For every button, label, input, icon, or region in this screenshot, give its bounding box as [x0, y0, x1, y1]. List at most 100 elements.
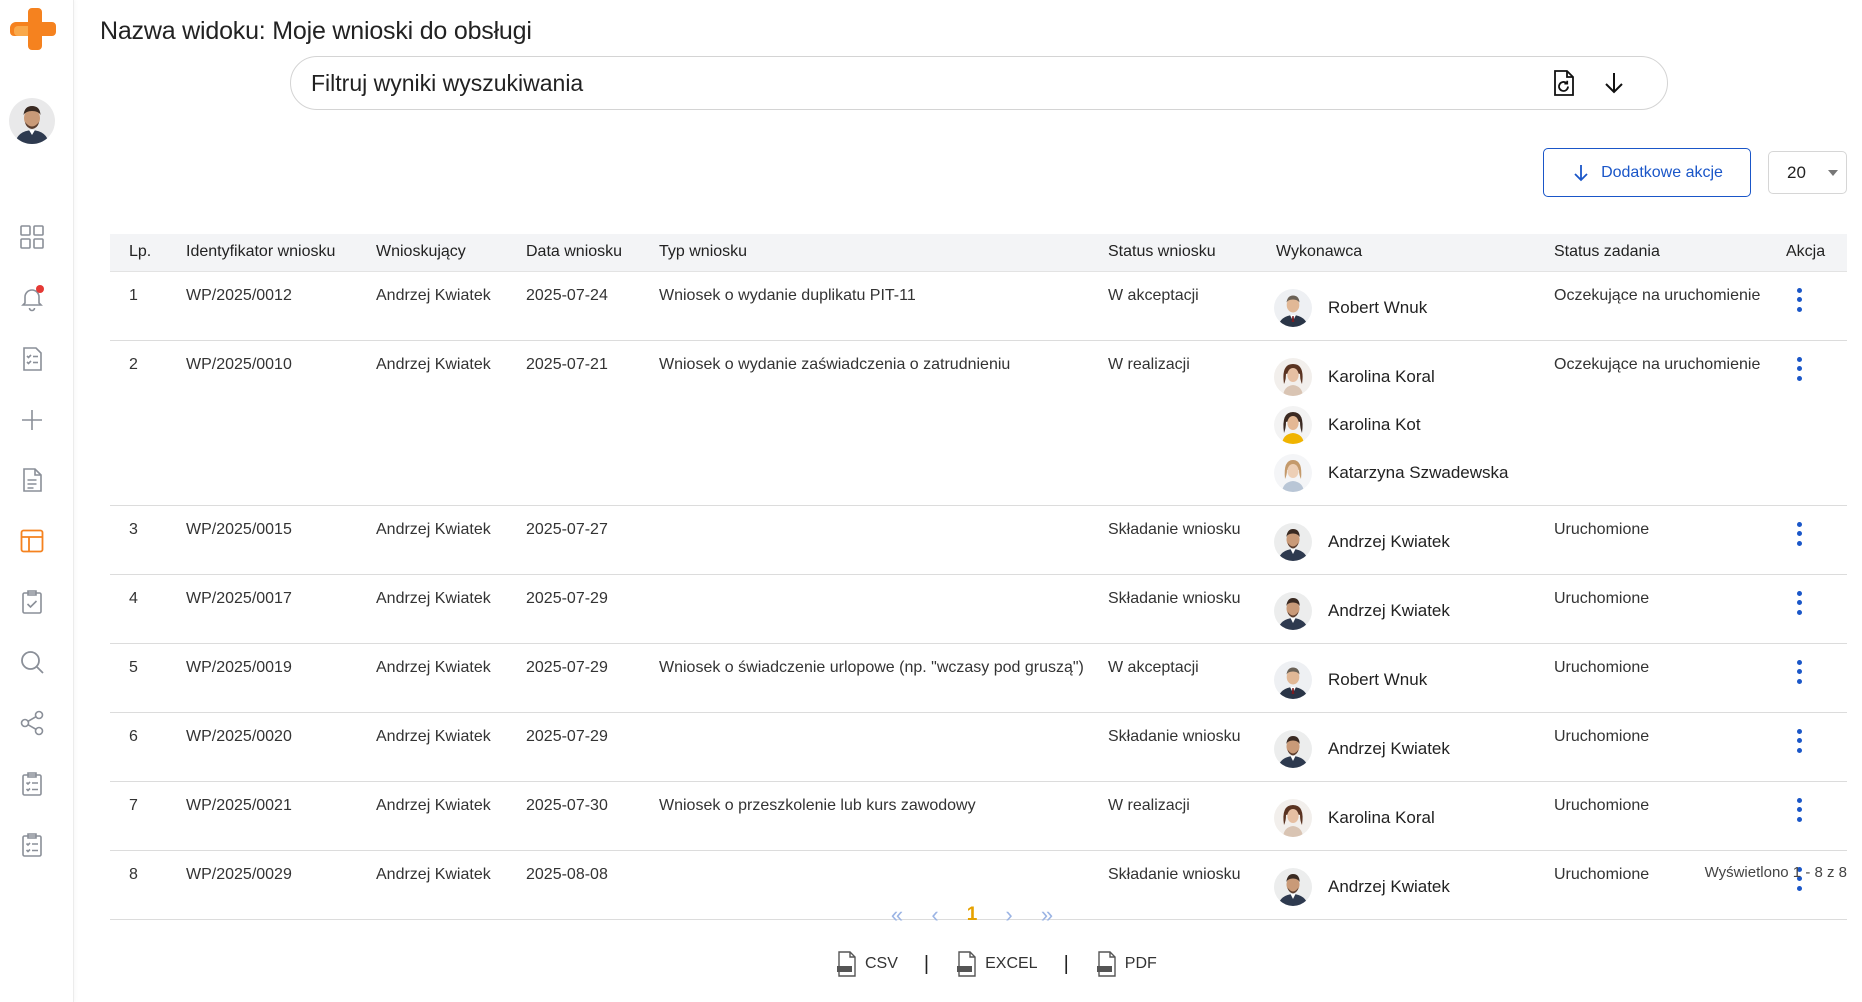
cell-date: 2025-07-27 — [526, 505, 659, 575]
layout-panel-icon[interactable] — [17, 526, 47, 556]
table-row[interactable]: 3 WP/2025/0015 Andrzej Kwiatek 2025-07-27 Sk… — [110, 505, 1847, 575]
cell-action — [1786, 781, 1847, 851]
header-date[interactable]: Data wniosku — [526, 234, 659, 272]
cell-executor: Karolina Koral — [1274, 781, 1554, 851]
table-row[interactable]: 4 WP/2025/0017 Andrzej Kwiatek 2025-07-29 Sk… — [110, 574, 1847, 644]
executor-person[interactable]: Katarzyna Szwadewska — [1274, 449, 1554, 497]
next-page-button[interactable]: › — [990, 902, 1028, 928]
export-csv-label: CSV — [865, 955, 898, 972]
cell-date: 2025-07-29 — [526, 574, 659, 644]
cell-requester: Andrzej Kwiatek — [376, 340, 526, 506]
prev-page-button[interactable]: ‹ — [916, 902, 954, 928]
executor-name: Andrzej Kwiatek — [1328, 531, 1450, 551]
share-icon[interactable] — [17, 708, 47, 738]
cell-date: 2025-07-29 — [526, 643, 659, 713]
executor-person[interactable]: Andrzej Kwiatek — [1274, 587, 1554, 635]
task-list-alt-icon[interactable] — [17, 830, 47, 860]
executor-person[interactable]: Andrzej Kwiatek — [1274, 725, 1554, 773]
refresh-file-icon[interactable] — [1549, 68, 1579, 98]
cell-status: W akceptacji — [1108, 271, 1276, 341]
more-vertical-icon[interactable] — [1789, 285, 1809, 315]
cell-lp: 2 — [110, 340, 186, 506]
export-separator: | — [1063, 952, 1069, 975]
search-icon[interactable] — [17, 647, 47, 677]
cell-action — [1786, 643, 1847, 713]
cell-executor: Andrzej Kwiatek — [1274, 505, 1554, 575]
header-executor[interactable]: Wykonawca — [1276, 234, 1554, 272]
checklist-icon[interactable] — [17, 344, 47, 374]
cell-lp: 8 — [110, 850, 186, 920]
export-pdf-button[interactable]: PDF — [1095, 950, 1157, 978]
header-id[interactable]: Identyfikator wniosku — [186, 234, 376, 272]
executor-name: Andrzej Kwiatek — [1328, 876, 1450, 896]
more-vertical-icon[interactable] — [1789, 726, 1809, 756]
export-excel-button[interactable]: EXCEL — [955, 950, 1038, 978]
page-size-select[interactable]: 20 — [1768, 151, 1847, 194]
avatar — [1274, 798, 1312, 837]
cell-requester: Andrzej Kwiatek — [376, 643, 526, 713]
bell-icon[interactable] — [17, 283, 47, 313]
table-row[interactable]: 6 WP/2025/0020 Andrzej Kwiatek 2025-07-29 Sk… — [110, 712, 1847, 782]
header-task-status[interactable]: Status zadania — [1554, 234, 1786, 272]
cell-requester: Andrzej Kwiatek — [376, 574, 526, 644]
executor-person[interactable]: Karolina Kot — [1274, 401, 1554, 449]
more-vertical-icon[interactable] — [1789, 657, 1809, 687]
more-vertical-icon[interactable] — [1789, 795, 1809, 825]
cell-lp: 1 — [110, 271, 186, 341]
header-type[interactable]: Typ wniosku — [659, 234, 1108, 272]
cell-request-id: WP/2025/0010 — [186, 340, 376, 506]
plus-icon[interactable] — [17, 405, 47, 435]
task-list-icon[interactable] — [17, 769, 47, 799]
executor-person[interactable]: Robert Wnuk — [1274, 656, 1554, 704]
table-row[interactable]: 2 WP/2025/0010 Andrzej Kwiatek 2025-07-21 Wn… — [110, 340, 1847, 506]
table-row[interactable]: 5 WP/2025/0019 Andrzej Kwiatek 2025-07-29 Wn… — [110, 643, 1847, 713]
table-row[interactable]: 7 WP/2025/0021 Andrzej Kwiatek 2025-07-30 Wn… — [110, 781, 1847, 851]
executor-name: Karolina Koral — [1328, 807, 1435, 827]
more-vertical-icon[interactable] — [1789, 354, 1809, 384]
executor-person[interactable]: Robert Wnuk — [1274, 284, 1554, 332]
cell-status: Składanie wniosku — [1108, 850, 1276, 920]
more-vertical-icon[interactable] — [1789, 519, 1809, 549]
dashboard-grid-icon[interactable] — [17, 222, 47, 252]
executor-person[interactable]: Andrzej Kwiatek — [1274, 518, 1554, 566]
last-page-button[interactable]: » — [1028, 902, 1066, 928]
filter-label[interactable]: Filtruj wyniki wyszukiwania — [311, 70, 583, 97]
cell-lp: 5 — [110, 643, 186, 713]
cell-type: Wniosek o wydanie duplikatu PIT-11 — [659, 271, 1108, 341]
avatar — [1274, 729, 1312, 768]
header-lp[interactable]: Lp. — [110, 234, 186, 272]
user-avatar[interactable] — [9, 98, 55, 144]
cell-status: W akceptacji — [1108, 643, 1276, 713]
app-logo[interactable] — [8, 4, 56, 52]
arrow-down-icon[interactable] — [1599, 68, 1629, 98]
document-icon[interactable] — [17, 465, 47, 495]
cell-executor: Andrzej Kwiatek — [1274, 574, 1554, 644]
cell-action — [1786, 574, 1847, 644]
cell-task-status: Oczekujące na uruchomienie — [1554, 340, 1786, 506]
executor-person[interactable]: Andrzej Kwiatek — [1274, 863, 1554, 911]
table-row[interactable]: 1 WP/2025/0012 Andrzej Kwiatek 2025-07-24 Wn… — [110, 271, 1847, 341]
cell-date: 2025-07-21 — [526, 340, 659, 506]
export-csv-button[interactable]: CSV — [835, 950, 898, 978]
header-requester[interactable]: Wnioskujący — [376, 234, 526, 272]
first-page-button[interactable]: « — [878, 902, 916, 928]
clipboard-check-icon[interactable] — [17, 587, 47, 617]
cell-executor: Andrzej Kwiatek — [1274, 850, 1554, 920]
cell-action — [1786, 850, 1847, 920]
executor-name: Andrzej Kwiatek — [1328, 600, 1450, 620]
executor-name: Andrzej Kwiatek — [1328, 738, 1450, 758]
chevron-down-icon — [1828, 170, 1838, 176]
current-page[interactable]: 1 — [954, 904, 990, 926]
header-status[interactable]: Status wniosku — [1108, 234, 1276, 272]
export-bar: CSV | EXCEL | PDF — [835, 950, 1157, 978]
avatar — [1274, 453, 1312, 492]
arrow-down-icon — [1574, 164, 1588, 181]
more-vertical-icon[interactable] — [1789, 588, 1809, 618]
executor-person[interactable]: Karolina Koral — [1274, 353, 1554, 401]
cell-requester: Andrzej Kwiatek — [376, 850, 526, 920]
additional-actions-button[interactable]: Dodatkowe akcje — [1543, 148, 1751, 197]
executor-person[interactable]: Karolina Koral — [1274, 794, 1554, 842]
filter-bar[interactable]: Filtruj wyniki wyszukiwania — [290, 56, 1668, 110]
excel-file-icon — [957, 951, 976, 977]
export-separator: | — [923, 952, 930, 975]
